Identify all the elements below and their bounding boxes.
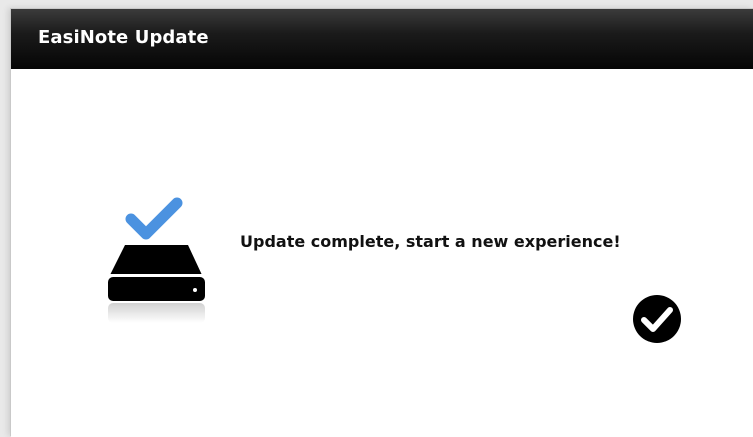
drive-check-icon bbox=[105, 191, 209, 325]
confirm-button[interactable] bbox=[631, 293, 683, 345]
window-title: EasiNote Update bbox=[38, 27, 209, 48]
checkmark-circle-icon bbox=[633, 295, 681, 343]
update-dialog: EasiNote Update Update complete, start a… bbox=[10, 8, 753, 437]
update-complete-message: Update complete, start a new experience! bbox=[240, 232, 621, 251]
dialog-body: Update complete, start a new experience! bbox=[11, 69, 753, 437]
title-bar: EasiNote Update bbox=[11, 9, 753, 69]
